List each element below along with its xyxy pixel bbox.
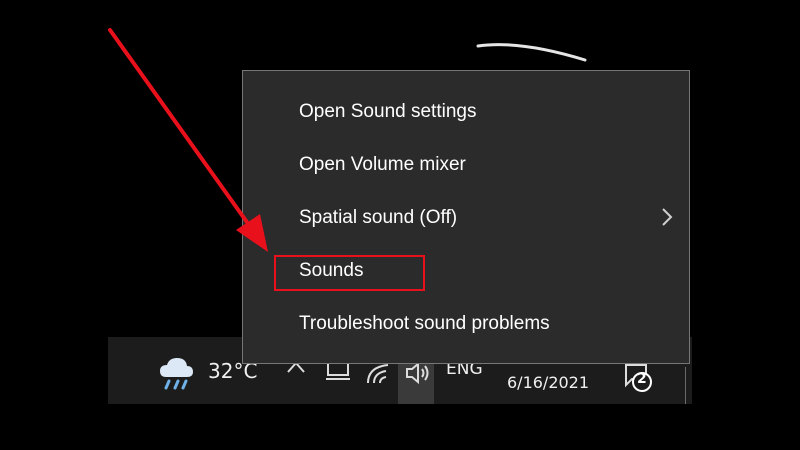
- annotation-arrow: [108, 28, 268, 252]
